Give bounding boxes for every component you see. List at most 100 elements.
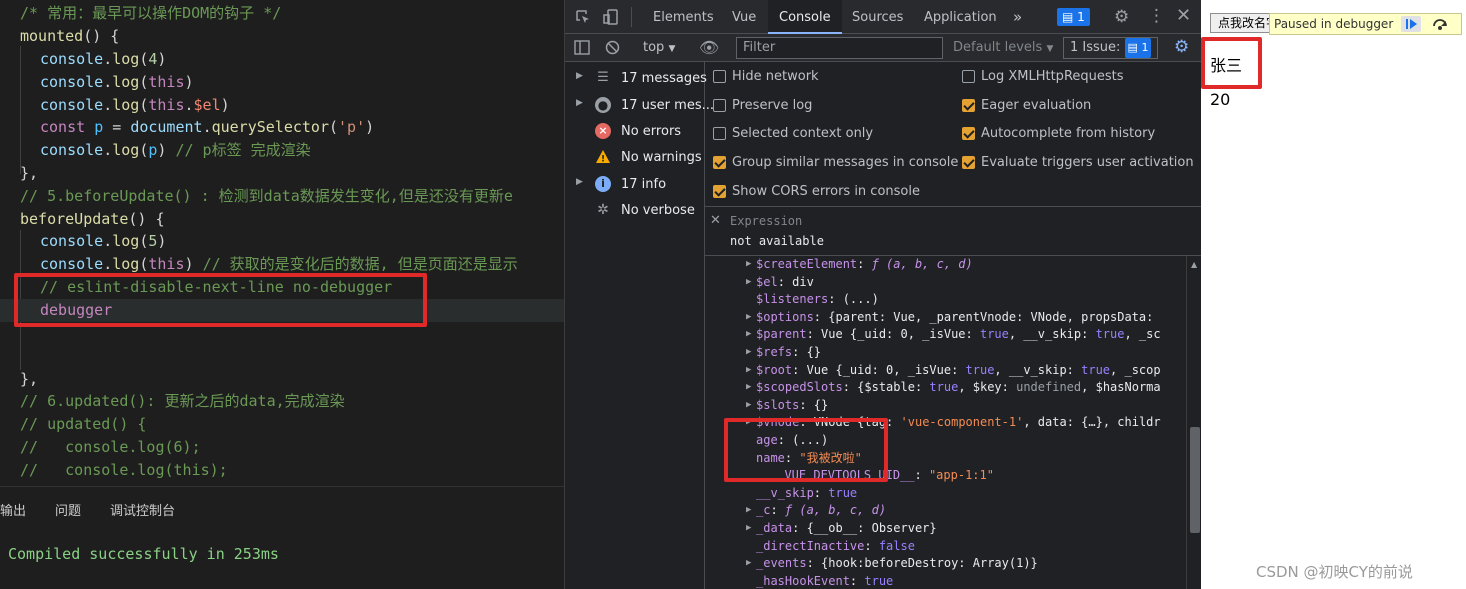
checkbox[interactable]	[713, 99, 726, 112]
scroll-up-icon[interactable]: ▲	[1191, 260, 1197, 269]
tree-row[interactable]: ▶ $el: div	[746, 274, 814, 291]
log-levels-dropdown[interactable]: Default levels ▼	[953, 40, 1053, 55]
checkbox-checked[interactable]	[962, 99, 975, 112]
context-selector[interactable]: top ▼	[643, 40, 675, 55]
console-settings-gear-icon[interactable]: ⚙	[1174, 39, 1189, 56]
checkbox-checked[interactable]	[713, 185, 726, 198]
sidebar-toggle-icon[interactable]	[574, 40, 590, 58]
settings-gear-icon[interactable]: ⚙	[1114, 9, 1129, 26]
tree-token: : Vue {_uid: 0, _isVue:	[806, 327, 980, 342]
step-over-icon[interactable]	[1430, 16, 1450, 32]
tab-application[interactable]: Application	[924, 0, 997, 34]
expression-label[interactable]: Expression	[730, 214, 802, 228]
more-options-icon[interactable]: ⋮	[1148, 8, 1165, 25]
setting-group-similar[interactable]: Group similar messages in console	[713, 155, 958, 170]
tree-row[interactable]: ▶ $createElement: ƒ (a, b, c, d)	[746, 256, 973, 273]
inspect-icon[interactable]	[575, 9, 591, 28]
sidebar-item-verbose[interactable]: ✲ No verbose	[565, 197, 705, 223]
expand-arrow-icon[interactable]: ▶	[746, 397, 751, 414]
expand-arrow-icon[interactable]: ▶	[746, 256, 751, 273]
expand-arrow-icon[interactable]: ▶	[746, 344, 751, 361]
checkbox-checked[interactable]	[962, 127, 975, 140]
setting-selected-context[interactable]: Selected context only	[713, 126, 873, 141]
tree-row[interactable]: ▶ $slots: {}	[746, 397, 828, 414]
tree-row[interactable]: ▶ $refs: {}	[746, 344, 821, 361]
resume-button[interactable]	[1401, 16, 1421, 32]
expand-arrow-icon[interactable]: ▶	[746, 309, 751, 326]
setting-cors-errors[interactable]: Show CORS errors in console	[713, 184, 920, 199]
issues-badge-count: 1	[1077, 10, 1085, 24]
tab-vue[interactable]: Vue	[732, 0, 756, 34]
tree-token: , __v_skip:	[994, 362, 1082, 377]
sidebar-item-warnings[interactable]: ! No warnings	[565, 144, 705, 170]
tree-row[interactable]: _directInactive: false	[756, 538, 915, 555]
sidebar-item-messages[interactable]: ▶ ☰ 17 messages	[565, 65, 707, 91]
code-editor[interactable]: /* 常用：最早可以操作DOM的钩子 */ mounted() { consol…	[0, 0, 564, 486]
tab-sources[interactable]: Sources	[852, 0, 903, 34]
issues-badge[interactable]: ▤ 1	[1057, 8, 1090, 26]
setting-eager-eval[interactable]: Eager evaluation	[962, 98, 1091, 113]
close-icon[interactable]: ✕	[1176, 7, 1191, 25]
scrollbar-thumb[interactable]	[1190, 427, 1200, 533]
tab-output[interactable]: 输出	[0, 500, 26, 519]
tree-token: , _sc	[1124, 327, 1161, 342]
checkbox[interactable]	[713, 70, 726, 83]
tree-row[interactable]: ▶ $root: Vue {_uid: 0, _isVue: true, __v_…	[746, 362, 1161, 379]
code-token: )	[157, 50, 167, 68]
tree-row[interactable]: ▶ _events: {hook:beforeDestroy: Array(1)}	[746, 555, 1038, 572]
tree-scrollbar[interactable]: ▲	[1186, 256, 1202, 589]
issues-count: 1	[1141, 41, 1149, 54]
tree-row[interactable]: __v_skip: true	[756, 485, 857, 502]
filter-input[interactable]: Filter	[736, 37, 943, 59]
tree-row[interactable]: _hasHookEvent: true	[756, 573, 893, 589]
tree-row[interactable]: ▶ _data: {__ob__: Observer}	[746, 520, 937, 537]
tree-row[interactable]: ▶ $parent: Vue {_uid: 0, _isVue: true, __…	[746, 326, 1161, 343]
tree-row[interactable]: ▶ $options: {parent: Vue, _parentVnode: V…	[746, 309, 1153, 326]
bottom-panel: 输出 问题 调试控制台 Compiled successfully in 253…	[0, 486, 564, 589]
checkbox-checked[interactable]	[962, 156, 975, 169]
expand-arrow-icon[interactable]: ▶	[746, 326, 751, 343]
code-token: )	[220, 96, 230, 114]
sidebar-item-info[interactable]: ▶ i 17 info	[565, 171, 705, 197]
setting-preserve-log[interactable]: Preserve log	[713, 98, 812, 113]
code-token: beforeUpdate	[20, 210, 129, 228]
clear-console-icon[interactable]	[605, 40, 620, 58]
tab-debug-console[interactable]: 调试控制台	[110, 500, 175, 519]
issues-button[interactable]: 1 Issue: ▤ 1	[1063, 37, 1159, 59]
expand-arrow-icon[interactable]: ▶	[746, 274, 751, 291]
code-token: () {	[128, 210, 165, 228]
sidebar-item-label: 17 info	[621, 177, 667, 192]
code-token: mounted	[20, 27, 84, 45]
expand-arrow-icon[interactable]: ▶	[746, 379, 751, 396]
setting-log-xhr[interactable]: Log XMLHttpRequests	[962, 69, 1124, 84]
checkbox[interactable]	[713, 127, 726, 140]
tab-console[interactable]: Console	[768, 0, 842, 34]
expand-arrow-icon[interactable]: ▶	[746, 362, 751, 379]
checkbox-checked[interactable]	[713, 156, 726, 169]
remove-expression-icon[interactable]: ✕	[710, 213, 721, 228]
setting-hide-network[interactable]: Hide network	[713, 69, 819, 84]
setting-autocomplete[interactable]: Autocomplete from history	[962, 126, 1155, 141]
live-expression-eye-icon[interactable]: 👁	[699, 40, 719, 56]
code-line: console.log(this)	[40, 71, 194, 94]
tab-elements[interactable]: Elements	[653, 0, 714, 34]
setting-label: Hide network	[732, 69, 819, 84]
sidebar-item-errors[interactable]: × No errors	[565, 118, 705, 144]
device-toolbar-icon[interactable]	[603, 9, 619, 28]
tree-row[interactable]: ▶ _c: ƒ (a, b, c, d)	[746, 502, 886, 519]
tree-token: true	[1081, 362, 1111, 377]
expand-arrow-icon[interactable]: ▶	[746, 520, 751, 537]
tree-token: 'vue-component-1'	[900, 415, 1024, 430]
setting-user-activation[interactable]: Evaluate triggers user activation	[962, 155, 1194, 170]
tree-token: :	[813, 485, 829, 500]
tree-row[interactable]: ▶ $scopedSlots: {$stable: true, $key: und…	[746, 379, 1161, 396]
tree-token: _events	[756, 556, 807, 571]
checkbox[interactable]	[962, 70, 975, 83]
expand-arrow-icon[interactable]: ▶	[746, 502, 751, 519]
sidebar-item-user-messages[interactable]: ▶ ● 17 user mes...	[565, 92, 714, 118]
tab-problems[interactable]: 问题	[55, 500, 81, 519]
expand-arrow-icon[interactable]: ▶	[746, 555, 751, 572]
more-tabs-icon[interactable]: »	[1013, 0, 1022, 34]
tree-row[interactable]: $listeners: (...)	[756, 291, 879, 308]
context-label: top	[643, 40, 665, 55]
